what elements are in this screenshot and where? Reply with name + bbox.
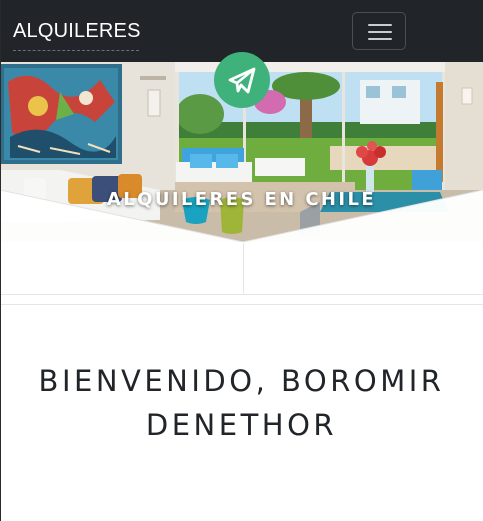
section-divider xyxy=(0,294,483,295)
wall-painting xyxy=(0,64,122,164)
paper-plane-icon xyxy=(228,67,256,94)
window-edge xyxy=(0,0,1,521)
section-divider xyxy=(0,304,483,305)
page: ALQUILERES ALQUILERES EN CHILE BIENVENID… xyxy=(0,0,483,521)
send-button[interactable] xyxy=(214,52,270,108)
navbar-brand[interactable]: ALQUILERES xyxy=(13,19,141,43)
brand-underline xyxy=(13,50,139,51)
hero-divider-vertical xyxy=(243,243,244,294)
hero-title: ALQUILERES EN CHILE xyxy=(106,189,377,210)
welcome-heading: BIENVENIDO, BOROMIR DENETHOR xyxy=(38,364,445,443)
navbar-toggle-button[interactable] xyxy=(352,12,406,50)
